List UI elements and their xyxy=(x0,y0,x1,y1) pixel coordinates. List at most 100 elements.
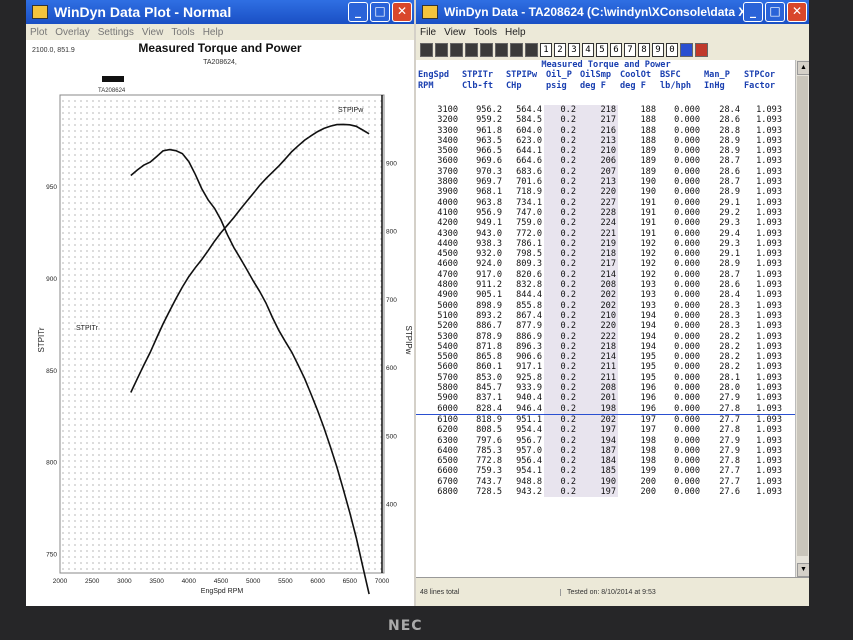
table-row[interactable]: 5200 886.7 877.9 0.2 220 194 0.000 28.3 1.093 xyxy=(416,321,796,332)
table-row[interactable]: 4800 911.2 832.8 0.2 208 193 0.000 28.6 1.093 xyxy=(416,280,796,291)
table-row[interactable]: 6400 785.3 957.0 0.2 187 198 0.000 27.9 1.093 xyxy=(416,445,796,457)
scroll-up-icon[interactable]: ▲ xyxy=(797,61,809,75)
table-row[interactable]: 3300 961.8 604.0 0.2 216 188 0.000 28.8 1.093 xyxy=(416,125,796,136)
table-cell: 28.2 xyxy=(719,352,740,363)
table-cell: 214 xyxy=(578,352,618,363)
table-cell: 948.8 xyxy=(516,476,542,487)
table-row[interactable]: 5100 893.2 867.4 0.2 210 194 0.000 28.3 1.093 xyxy=(416,310,796,322)
table-cell: 747.0 xyxy=(516,207,542,218)
data-grid[interactable]: Measured Torque and Power EngSpd STPITr ST… xyxy=(416,60,796,578)
table-row[interactable]: 3800 969.7 701.6 0.2 213 190 0.000 28.7 1.093 xyxy=(416,177,796,188)
table-row[interactable]: 5600 860.1 917.1 0.2 211 195 0.000 28.2 1.093 xyxy=(416,362,796,373)
minimize-icon[interactable]: _ xyxy=(348,2,368,22)
table-row[interactable]: 3500 966.5 644.1 0.2 210 189 0.000 28.9 1.093 xyxy=(416,146,796,157)
scroll-thumb[interactable] xyxy=(797,76,808,556)
toolbar-button-3[interactable]: 3 xyxy=(568,43,580,57)
toolbar-button-4[interactable]: 4 xyxy=(582,43,594,57)
data-window-titlebar[interactable]: WinDyn Data - TA208624 (C:\windyn\XConso… xyxy=(416,0,809,24)
table-row[interactable]: 6500 772.8 956.4 0.2 184 198 0.000 27.8 1.093 xyxy=(416,456,796,467)
table-row[interactable]: 4000 963.8 734.1 0.2 227 191 0.000 29.1 1.093 xyxy=(416,197,796,208)
table-row[interactable]: 5300 878.9 886.9 0.2 222 194 0.000 28.2 1.093 xyxy=(416,331,796,342)
open-icon[interactable] xyxy=(420,43,433,57)
toolbar-button-1[interactable]: 1 xyxy=(540,43,552,57)
table-cell: 1.093 xyxy=(756,197,782,208)
table-row[interactable]: 3200 959.2 584.5 0.2 217 188 0.000 28.6 1.093 xyxy=(416,115,796,126)
table-row[interactable]: 4500 932.0 798.5 0.2 218 192 0.000 29.1 1.093 xyxy=(416,249,796,260)
table-row[interactable]: 5500 865.8 906.6 0.2 214 195 0.000 28.2 1.093 xyxy=(416,352,796,363)
table-cell: 644.1 xyxy=(516,146,542,157)
table-cell: 0.000 xyxy=(674,362,700,373)
table-cell: 0.2 xyxy=(544,228,578,239)
table-row[interactable]: 6300 797.6 956.7 0.2 194 198 0.000 27.9 1.093 xyxy=(416,435,796,446)
toolbar-button-5[interactable]: 5 xyxy=(596,43,608,57)
table-row[interactable]: 3100 956.2 564.4 0.2 218 188 0.000 28.4 1.093 xyxy=(416,105,796,116)
menu-tools[interactable]: Tools xyxy=(474,27,497,38)
brush-icon[interactable] xyxy=(695,43,708,57)
toolbar-button-2[interactable]: 2 xyxy=(554,43,566,57)
table-row[interactable]: 4200 949.1 759.0 0.2 224 191 0.000 29.3 1.093 xyxy=(416,218,796,229)
save-icon[interactable] xyxy=(435,43,448,57)
table-row[interactable]: 4700 917.0 820.6 0.2 214 192 0.000 28.7 1.093 xyxy=(416,269,796,281)
edit-icon[interactable] xyxy=(480,43,493,57)
table-cell: 924.0 xyxy=(476,259,502,270)
close-icon[interactable]: ✕ xyxy=(392,2,412,22)
menu-view[interactable]: View xyxy=(142,27,164,38)
check-icon[interactable] xyxy=(495,43,508,57)
table-cell: 664.6 xyxy=(516,156,542,167)
table-cell: 5800 xyxy=(437,383,458,394)
zoom-icon[interactable] xyxy=(680,43,693,57)
maximize-icon[interactable]: □ xyxy=(765,2,785,22)
maximize-icon[interactable]: □ xyxy=(370,2,390,22)
table-row[interactable]: 6600 759.3 954.1 0.2 185 199 0.000 27.7 1.093 xyxy=(416,466,796,477)
plot-icon[interactable] xyxy=(525,43,538,57)
menu-view[interactable]: View xyxy=(444,27,466,38)
table-row[interactable]: 6700 743.7 948.8 0.2 190 200 0.000 27.7 1.093 xyxy=(416,476,796,487)
header-cell: BSFC xyxy=(660,70,681,80)
table-row[interactable]: 5400 871.8 896.3 0.2 218 194 0.000 28.2 1.093 xyxy=(416,341,796,353)
table-row[interactable]: 3700 970.3 683.6 0.2 207 189 0.000 28.6 1.093 xyxy=(416,166,796,178)
export-icon[interactable] xyxy=(450,43,463,57)
plot-window-titlebar[interactable]: WinDyn Data Plot - Normal _ □ ✕ xyxy=(26,0,414,24)
menu-help[interactable]: Help xyxy=(505,27,526,38)
vertical-scrollbar[interactable]: ▲ ▼ xyxy=(795,60,809,578)
print-icon[interactable] xyxy=(465,43,478,57)
table-row[interactable]: 6000 828.4 946.4 0.2 198 196 0.000 27.8 1.093 xyxy=(416,403,796,414)
toolbar-button-7[interactable]: 7 xyxy=(624,43,636,57)
table-row[interactable]: 3900 968.1 718.9 0.2 220 190 0.000 28.9 1.093 xyxy=(416,187,796,198)
toolbar-button-0[interactable]: 0 xyxy=(666,43,678,57)
table-row[interactable]: 6100 818.9 951.1 0.2 202 197 0.000 27.7 1.093 xyxy=(416,413,796,426)
toolbar-button-9[interactable]: 9 xyxy=(652,43,664,57)
menu-overlay[interactable]: Overlay xyxy=(55,27,89,38)
close-icon[interactable]: ✕ xyxy=(787,2,807,22)
table-cell: 5200 xyxy=(437,321,458,332)
list-icon[interactable] xyxy=(510,43,523,57)
table-cell: 185 xyxy=(578,466,618,477)
toolbar-button-6[interactable]: 6 xyxy=(610,43,622,57)
table-row[interactable]: 5900 837.1 940.4 0.2 201 196 0.000 27.9 1.093 xyxy=(416,393,796,404)
table-row[interactable]: 4900 905.1 844.4 0.2 202 193 0.000 28.4 1.093 xyxy=(416,290,796,301)
table-row[interactable]: 3600 969.6 664.6 0.2 206 189 0.000 28.7 1.093 xyxy=(416,156,796,167)
table-cell: 28.1 xyxy=(719,372,740,383)
table-row[interactable]: 4600 924.0 809.3 0.2 217 192 0.000 28.9 1.093 xyxy=(416,259,796,270)
menu-file[interactable]: File xyxy=(420,27,436,38)
menu-tools[interactable]: Tools xyxy=(171,27,194,38)
table-row[interactable]: 3400 963.5 623.0 0.2 213 188 0.000 28.9 1.093 xyxy=(416,135,796,147)
table-row[interactable]: 4400 938.3 786.1 0.2 219 192 0.000 29.3 1.093 xyxy=(416,238,796,250)
table-row[interactable]: 6200 808.5 954.4 0.2 197 197 0.000 27.8 1.093 xyxy=(416,425,796,436)
minimize-icon[interactable]: _ xyxy=(743,2,763,22)
menu-help[interactable]: Help xyxy=(203,27,224,38)
scroll-down-icon[interactable]: ▼ xyxy=(797,563,809,577)
table-row[interactable]: 5800 845.7 933.9 0.2 208 196 0.000 28.0 1.093 xyxy=(416,383,796,394)
plot-area[interactable]: 2100.0, 851.9 Measured Torque and Power … xyxy=(26,40,414,606)
table-row[interactable]: 5000 898.9 855.8 0.2 202 193 0.000 28.3 1.093 xyxy=(416,300,796,311)
table-cell: 4100 xyxy=(437,207,458,218)
table-cell: 6400 xyxy=(437,445,458,456)
menu-plot[interactable]: Plot xyxy=(30,27,47,38)
table-row[interactable]: 6800 728.5 943.2 0.2 197 200 0.000 27.6 1.093 xyxy=(416,486,796,498)
table-row[interactable]: 4100 956.9 747.0 0.2 228 191 0.000 29.2 1.093 xyxy=(416,207,796,219)
toolbar-button-8[interactable]: 8 xyxy=(638,43,650,57)
table-row[interactable]: 4300 943.0 772.0 0.2 221 191 0.000 29.4 1.093 xyxy=(416,228,796,239)
table-cell: 6200 xyxy=(437,425,458,436)
menu-settings[interactable]: Settings xyxy=(98,27,134,38)
table-row[interactable]: 5700 853.0 925.8 0.2 211 195 0.000 28.1 1.093 xyxy=(416,372,796,384)
